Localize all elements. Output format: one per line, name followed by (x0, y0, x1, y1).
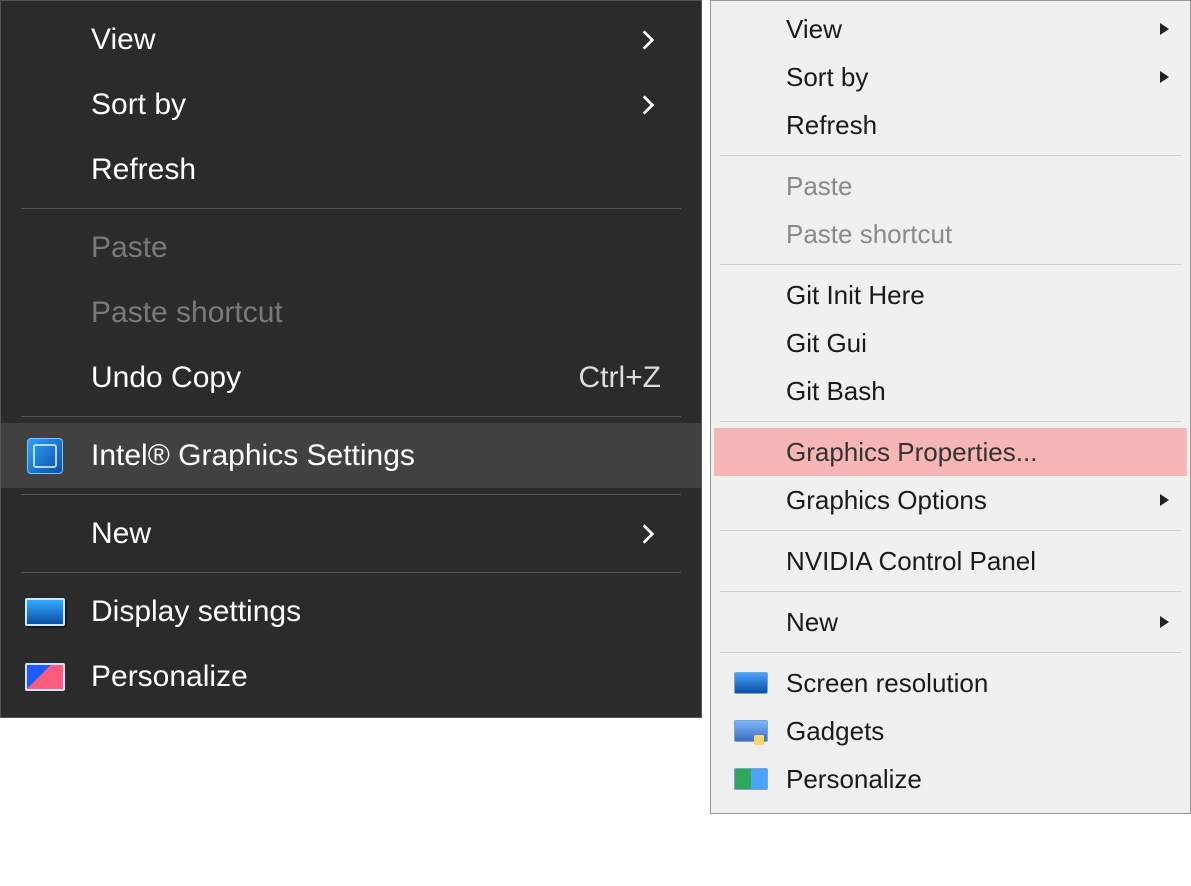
menu-item-view[interactable]: View (1, 7, 701, 72)
menu-item-label: Screen resolution (786, 668, 1169, 699)
menu-item-label: Undo Copy (91, 361, 579, 395)
menu-item-label: Personalize (91, 660, 661, 694)
menu-item-git-bash[interactable]: Git Bash (714, 367, 1187, 415)
menu-item-view[interactable]: View (714, 5, 1187, 53)
menu-separator (21, 572, 681, 573)
chevron-right-icon (635, 27, 661, 53)
menu-separator (21, 416, 681, 417)
menu-item-label: Personalize (786, 764, 1169, 795)
menu-item-label: New (786, 607, 1160, 638)
menu-separator (720, 530, 1181, 531)
menu-item-label: Git Init Here (786, 280, 1169, 311)
menu-item-label: New (91, 517, 635, 551)
menu-item-paste: Paste (714, 162, 1187, 210)
menu-separator (720, 264, 1181, 265)
menu-item-label: Paste (786, 171, 1169, 202)
menu-item-label: Intel® Graphics Settings (91, 439, 661, 473)
personalize-icon (732, 764, 770, 794)
menu-item-label: Paste shortcut (786, 219, 1169, 250)
menu-item-intel-graphics-settings[interactable]: Intel® Graphics Settings (1, 423, 701, 488)
personalize-icon (23, 655, 67, 699)
menu-separator (21, 494, 681, 495)
menu-item-label: Git Bash (786, 376, 1169, 407)
display-icon (23, 590, 67, 634)
menu-item-sort-by[interactable]: Sort by (714, 53, 1187, 101)
menu-item-new[interactable]: New (1, 501, 701, 566)
menu-item-personalize[interactable]: Personalize (1, 644, 701, 709)
menu-item-paste-shortcut: Paste shortcut (714, 210, 1187, 258)
menu-separator (21, 208, 681, 209)
menu-separator (720, 421, 1181, 422)
menu-item-sort-by[interactable]: Sort by (1, 72, 701, 137)
context-menu-light: View Sort by Refresh Paste Paste shortcu… (710, 0, 1191, 814)
menu-item-label: Sort by (91, 88, 635, 122)
menu-item-new[interactable]: New (714, 598, 1187, 646)
menu-item-git-gui[interactable]: Git Gui (714, 319, 1187, 367)
menu-item-refresh[interactable]: Refresh (1, 137, 701, 202)
menu-item-display-settings[interactable]: Display settings (1, 579, 701, 644)
menu-item-graphics-options[interactable]: Graphics Options (714, 476, 1187, 524)
menu-item-graphics-properties[interactable]: Graphics Properties... (714, 428, 1187, 476)
menu-item-undo-copy[interactable]: Undo Copy Ctrl+Z (1, 345, 701, 410)
menu-item-git-init-here[interactable]: Git Init Here (714, 271, 1187, 319)
menu-item-label: View (91, 23, 635, 57)
menu-item-label: Display settings (91, 595, 661, 629)
menu-separator (720, 155, 1181, 156)
menu-item-label: Gadgets (786, 716, 1169, 747)
menu-item-label: View (786, 14, 1160, 45)
menu-item-label: Sort by (786, 62, 1160, 93)
chevron-right-icon (1160, 71, 1169, 83)
menu-item-label: NVIDIA Control Panel (786, 546, 1169, 577)
menu-item-label: Refresh (91, 153, 661, 187)
chevron-right-icon (1160, 23, 1169, 35)
intel-graphics-icon (23, 434, 67, 478)
gadgets-icon (732, 716, 770, 746)
menu-item-gadgets[interactable]: Gadgets (714, 707, 1187, 755)
menu-item-personalize[interactable]: Personalize (714, 755, 1187, 803)
menu-item-label: Paste (91, 231, 661, 265)
menu-item-screen-resolution[interactable]: Screen resolution (714, 659, 1187, 707)
menu-item-paste: Paste (1, 215, 701, 280)
chevron-right-icon (1160, 616, 1169, 628)
menu-separator (720, 591, 1181, 592)
chevron-right-icon (1160, 494, 1169, 506)
screen-resolution-icon (732, 668, 770, 698)
menu-item-label: Graphics Properties... (786, 437, 1169, 468)
context-menu-dark: View Sort by Refresh Paste Paste shortcu… (0, 0, 702, 718)
menu-item-shortcut: Ctrl+Z (579, 361, 662, 395)
menu-separator (720, 652, 1181, 653)
menu-item-paste-shortcut: Paste shortcut (1, 280, 701, 345)
menu-item-label: Graphics Options (786, 485, 1160, 516)
chevron-right-icon (635, 521, 661, 547)
menu-item-label: Refresh (786, 110, 1169, 141)
chevron-right-icon (635, 92, 661, 118)
menu-item-refresh[interactable]: Refresh (714, 101, 1187, 149)
menu-item-label: Paste shortcut (91, 296, 661, 330)
menu-item-nvidia-control-panel[interactable]: NVIDIA Control Panel (714, 537, 1187, 585)
menu-item-label: Git Gui (786, 328, 1169, 359)
